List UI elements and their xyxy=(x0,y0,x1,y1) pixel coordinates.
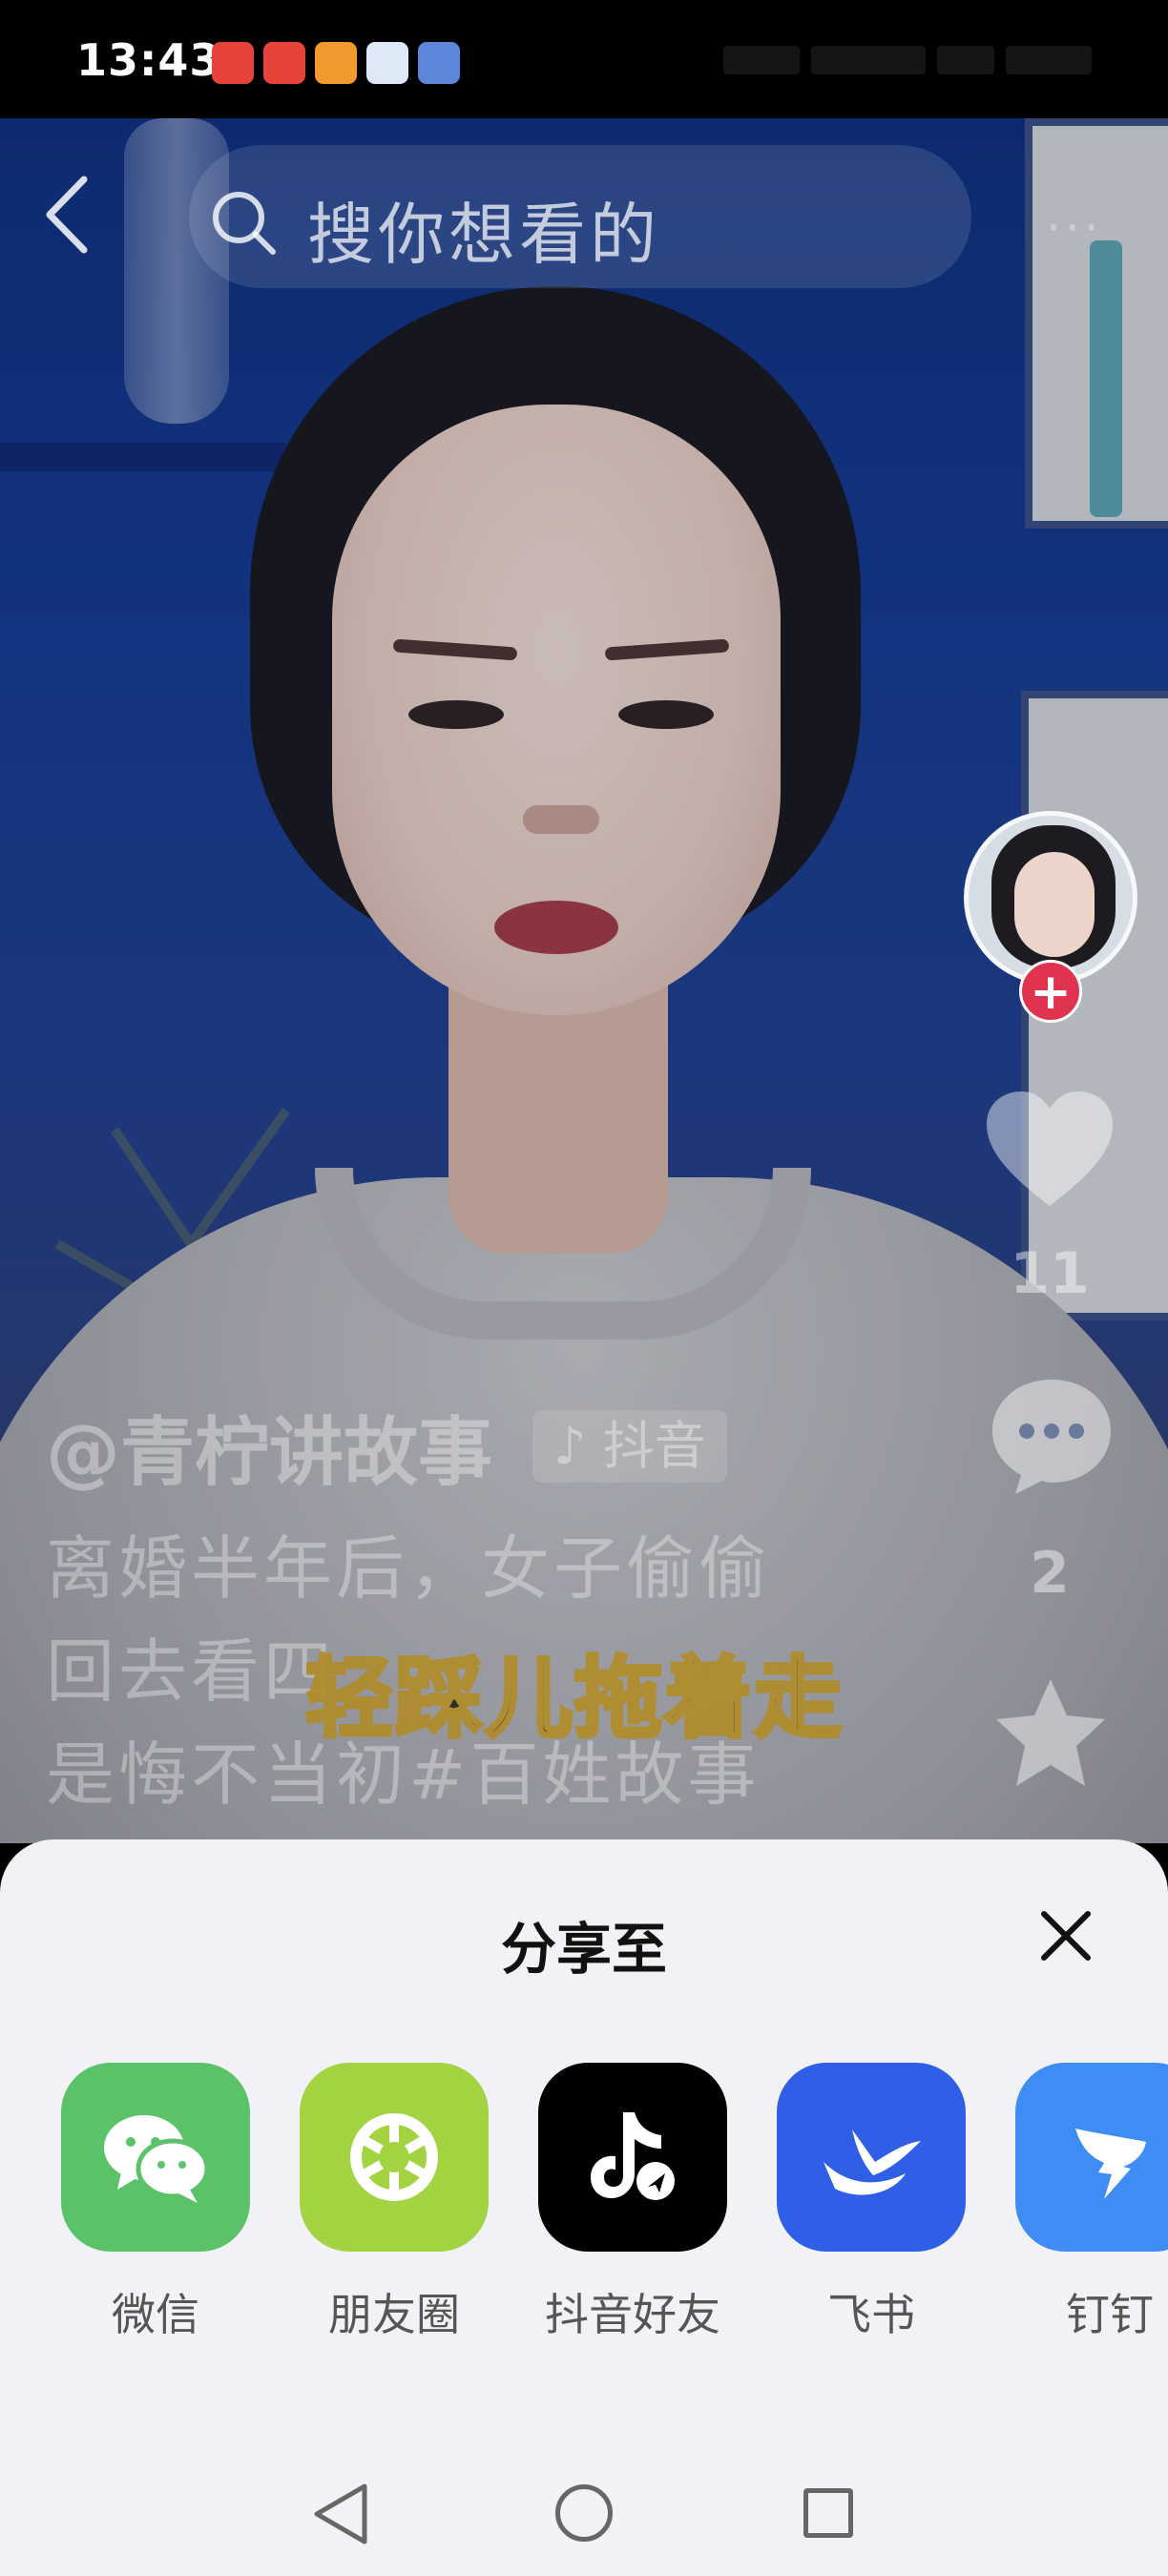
app-icon-red-1 xyxy=(212,42,254,84)
douyin-icon xyxy=(591,2112,675,2200)
comment-count: 2 xyxy=(1030,1540,1070,1607)
status-bar: 13:43 xyxy=(0,0,1168,118)
feishu-icon xyxy=(824,2129,921,2195)
status-indicators xyxy=(723,46,1092,74)
app-label: 微信 xyxy=(112,2289,199,2340)
more-button[interactable]: ··· xyxy=(1046,200,1103,256)
app-icon-red-2 xyxy=(263,42,305,84)
back-arrow-icon[interactable] xyxy=(38,172,95,258)
share-sheet-title: 分享至 xyxy=(500,1917,667,1982)
app-icon-tile xyxy=(61,2063,250,2252)
app-label: 朋友圈 xyxy=(328,2289,460,2340)
status-time: 13:43 xyxy=(76,34,221,86)
search-icon xyxy=(213,192,276,255)
comment-icon[interactable] xyxy=(987,1374,1116,1498)
app-icon-tile xyxy=(538,2063,727,2252)
heart-icon[interactable] xyxy=(983,1088,1116,1212)
moments-icon xyxy=(350,2113,438,2201)
dingtalk-icon xyxy=(1075,2129,1146,2199)
share-app-dingtalk[interactable]: 钉钉 xyxy=(1015,2063,1168,2343)
notification-icons xyxy=(212,42,460,84)
share-app-wechat[interactable]: 微信 xyxy=(61,2063,250,2343)
share-app-list: 微信 朋友圈 抖音好友 飞书 钉钉 xyxy=(61,2063,1168,2343)
share-app-douyin-friends[interactable]: 抖音好友 xyxy=(538,2063,727,2343)
share-app-moments[interactable]: 朋友圈 xyxy=(300,2063,489,2343)
video-subtitle: 轻踩儿拖着走 xyxy=(303,1646,845,1752)
app-icon-orange-heart xyxy=(315,42,357,84)
follow-plus-button[interactable]: + xyxy=(1019,960,1082,1023)
share-app-feishu[interactable]: 飞书 xyxy=(777,2063,966,2343)
nav-back-icon[interactable] xyxy=(307,2481,374,2547)
app-icon-tile xyxy=(777,2063,966,2252)
app-label: 钉钉 xyxy=(1066,2289,1154,2340)
star-icon[interactable] xyxy=(991,1673,1111,1794)
nav-recents-icon[interactable] xyxy=(803,2488,853,2538)
app-label: 飞书 xyxy=(827,2289,915,2340)
app-label: 抖音好友 xyxy=(545,2289,720,2340)
close-icon[interactable] xyxy=(1032,1902,1099,1969)
app-icon-blue-2 xyxy=(418,42,460,84)
app-icon-tile xyxy=(1015,2063,1168,2252)
search-placeholder[interactable]: 搜你想看的 xyxy=(307,181,660,278)
author-name[interactable]: @青柠讲故事 xyxy=(46,1393,492,1500)
app-icon-blue-1 xyxy=(366,42,408,84)
like-count: 11 xyxy=(1010,1240,1090,1307)
author-avatar[interactable] xyxy=(964,811,1137,985)
wechat-icon xyxy=(104,2115,210,2203)
nav-home-icon[interactable] xyxy=(555,2484,613,2542)
app-icon-tile xyxy=(300,2063,489,2252)
platform-tag: ♪ 抖音 xyxy=(532,1410,727,1483)
description-line: 离婚半年后，女子偷偷 xyxy=(46,1528,772,1609)
share-sheet: 分享至 微信 朋友圈 抖音好友 飞书 钉钉 xyxy=(0,1839,1168,2576)
